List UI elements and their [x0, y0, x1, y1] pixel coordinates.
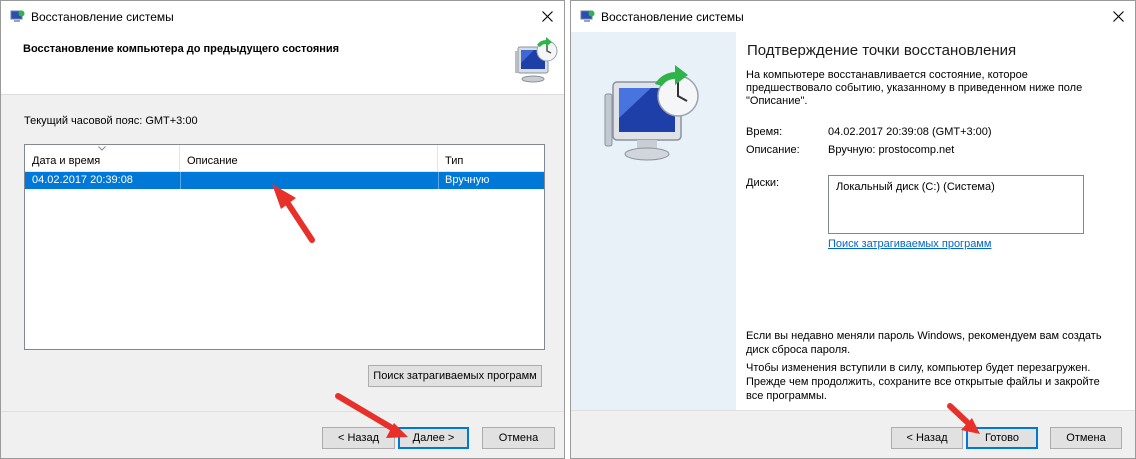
column-divider [438, 172, 439, 189]
close-icon [541, 10, 553, 22]
column-header-description[interactable]: Описание [180, 145, 438, 172]
scan-affected-programs-link[interactable]: Поиск затрагиваемых программ [828, 238, 991, 250]
column-header-type[interactable]: Тип [438, 145, 544, 172]
time-value: 04.02.2017 20:39:08 (GMT+3:00) [828, 126, 992, 138]
cell-date: 04.02.2017 20:39:08 [32, 174, 133, 186]
column-header-label: Описание [187, 155, 238, 167]
sort-down-icon [98, 146, 106, 151]
cell-type: Вручную [445, 174, 490, 186]
time-label: Время: [746, 126, 783, 138]
restore-computer-icon [515, 37, 558, 83]
list-header: Дата и время Описание Тип [25, 145, 544, 172]
column-header-label: Дата и время [32, 155, 101, 167]
footer-divider [571, 410, 1135, 411]
close-button[interactable] [532, 3, 562, 29]
disk-item: Локальный диск (C:) (Система) [836, 181, 995, 193]
restore-points-list[interactable]: Дата и время Описание Тип 04.02.2017 20:… [24, 144, 545, 350]
next-button[interactable]: Далее > [398, 427, 469, 449]
system-restore-icon [580, 10, 595, 22]
window-title: Восстановление системы [601, 10, 744, 24]
wizard-content: Подтверждение точки восстановления На ко… [736, 32, 1135, 410]
timezone-label: Текущий часовой пояс: GMT+3:00 [24, 115, 198, 127]
finish-button[interactable]: Готово [966, 427, 1038, 449]
password-note: Если вы недавно меняли пароль Windows, р… [746, 330, 1102, 356]
column-header-label: Тип [445, 155, 464, 167]
wizard-side-panel [571, 32, 736, 410]
restore-dialog-confirm: Восстановление системы Подтверждение точ… [570, 0, 1136, 459]
back-button[interactable]: < Назад [322, 427, 395, 449]
back-button[interactable]: < Назад [891, 427, 963, 449]
footer-divider [1, 411, 564, 412]
title-bar[interactable]: Восстановление системы [1, 1, 564, 32]
description-label: Описание: [746, 144, 800, 156]
table-row-selected[interactable]: 04.02.2017 20:39:08 Вручную [25, 172, 544, 189]
system-restore-icon [10, 10, 25, 22]
page-title: Восстановление компьютера до предыдущего… [23, 43, 340, 55]
close-icon [1112, 10, 1124, 22]
window-title: Восстановление системы [31, 10, 174, 24]
column-header-date[interactable]: Дата и время [25, 145, 180, 172]
cancel-button[interactable]: Отмена [482, 427, 555, 449]
intro-text: На компьютере восстанавливается состояни… [746, 69, 1083, 107]
page-title: Подтверждение точки восстановления [747, 42, 1017, 59]
column-divider [180, 172, 181, 189]
restore-computer-icon [604, 65, 699, 161]
disks-list[interactable]: Локальный диск (C:) (Система) [828, 175, 1084, 234]
wizard-header: Восстановление компьютера до предыдущего… [1, 32, 564, 95]
cancel-button[interactable]: Отмена [1050, 427, 1122, 449]
title-bar[interactable]: Восстановление системы [571, 1, 1135, 32]
description-value: Вручную: prostocomp.net [828, 144, 955, 156]
restore-dialog-select-point: Восстановление системы Восстановление ко… [0, 0, 565, 459]
close-button[interactable] [1103, 3, 1133, 29]
scan-affected-programs-button[interactable]: Поиск затрагиваемых программ [368, 365, 542, 387]
restart-note: Чтобы изменения вступили в силу, компьют… [746, 362, 1100, 402]
disks-label: Диски: [746, 177, 780, 189]
